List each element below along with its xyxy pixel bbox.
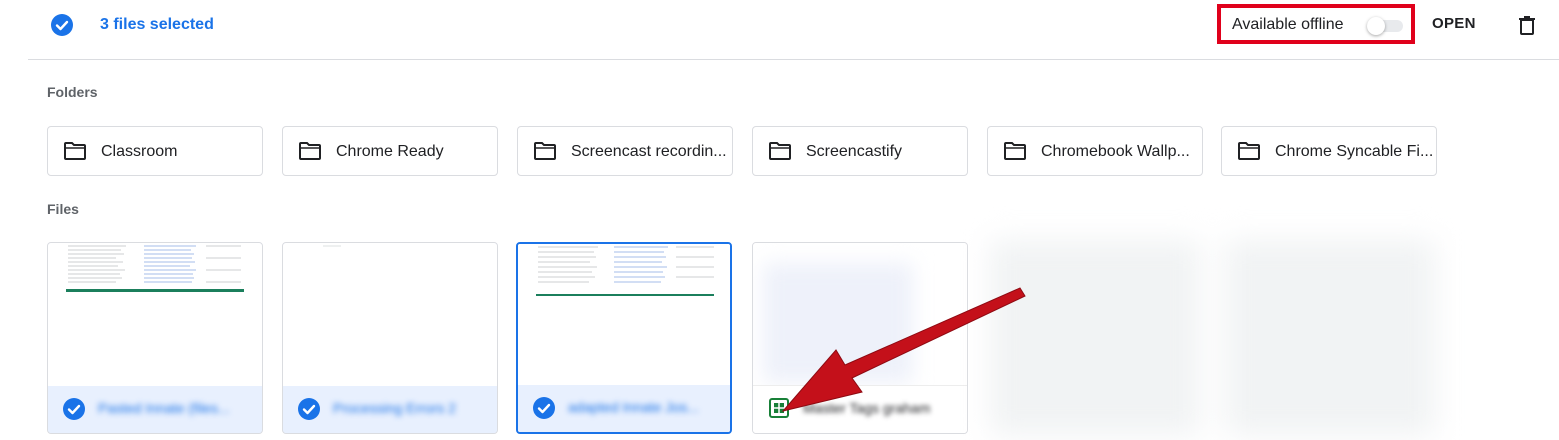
folder-card[interactable]: Chrome Ready	[282, 126, 498, 176]
blurred-preview	[763, 263, 913, 383]
folder-name: Screencastify	[806, 143, 903, 160]
folder-icon	[1004, 142, 1026, 160]
folder-icon	[769, 142, 791, 160]
file-footer: Pasted Innate (files...	[48, 386, 262, 433]
folder-name: Chrome Ready	[336, 143, 444, 160]
file-name: Processing Errors 2	[333, 400, 456, 416]
file-footer: adapted Innate Jos...	[518, 385, 730, 432]
folder-name: Classroom	[101, 143, 178, 160]
folder-card[interactable]: Chrome Syncable Fi...	[1221, 126, 1437, 176]
trash-icon[interactable]	[1515, 13, 1539, 37]
file-footer: Processing Errors 2	[283, 386, 497, 433]
spreadsheet-preview	[536, 246, 714, 296]
file-thumbnail	[753, 243, 967, 387]
spreadsheet-preview	[66, 245, 244, 292]
file-thumbnail	[283, 243, 497, 387]
folder-icon	[1238, 142, 1260, 160]
folder-name: Chrome Syncable Fi...	[1275, 143, 1434, 160]
check-circle-icon[interactable]	[298, 398, 320, 420]
file-name: adapted Innate Jos...	[568, 399, 699, 415]
blurred-files	[990, 240, 1450, 435]
google-sheets-icon	[769, 398, 789, 418]
check-circle-icon[interactable]	[63, 398, 85, 420]
toggle-knob	[1367, 17, 1385, 35]
check-circle-icon[interactable]	[533, 397, 555, 419]
file-card[interactable]: Master Tags graham	[752, 242, 968, 434]
folder-card[interactable]: Screencast recordin...	[517, 126, 733, 176]
file-card[interactable]: Processing Errors 2	[282, 242, 498, 434]
toolbar-divider	[28, 59, 1559, 60]
open-button[interactable]: OPEN	[1424, 11, 1484, 36]
files-heading: Files	[47, 201, 79, 217]
folder-icon	[534, 142, 556, 160]
selected-count: 3 files selected	[100, 16, 214, 33]
folder-name: Chromebook Wallp...	[1041, 143, 1190, 160]
available-offline-toggle[interactable]	[1367, 17, 1405, 35]
selection-toolbar: 3 files selected Available offline OPEN	[0, 0, 1559, 60]
folders-heading: Folders	[47, 84, 98, 100]
folder-icon	[64, 142, 86, 160]
file-footer: Master Tags graham	[753, 385, 967, 433]
folder-card[interactable]: Screencastify	[752, 126, 968, 176]
blurred-file-card	[1225, 240, 1435, 435]
file-name: Pasted Innate (files...	[98, 400, 230, 416]
available-offline-label: Available offline	[1232, 16, 1344, 33]
folder-icon	[299, 142, 321, 160]
file-thumbnail	[518, 244, 730, 388]
spreadsheet-preview	[323, 245, 341, 247]
folder-name: Screencast recordin...	[571, 143, 727, 160]
file-card[interactable]: adapted Innate Jos...	[516, 242, 732, 434]
file-card[interactable]: Pasted Innate (files...	[47, 242, 263, 434]
file-thumbnail	[48, 243, 262, 387]
folder-card[interactable]: Chromebook Wallp...	[987, 126, 1203, 176]
check-circle-icon[interactable]	[51, 14, 73, 36]
folder-card[interactable]: Classroom	[47, 126, 263, 176]
blurred-file-card	[990, 240, 1200, 435]
file-name: Master Tags graham	[803, 400, 931, 416]
